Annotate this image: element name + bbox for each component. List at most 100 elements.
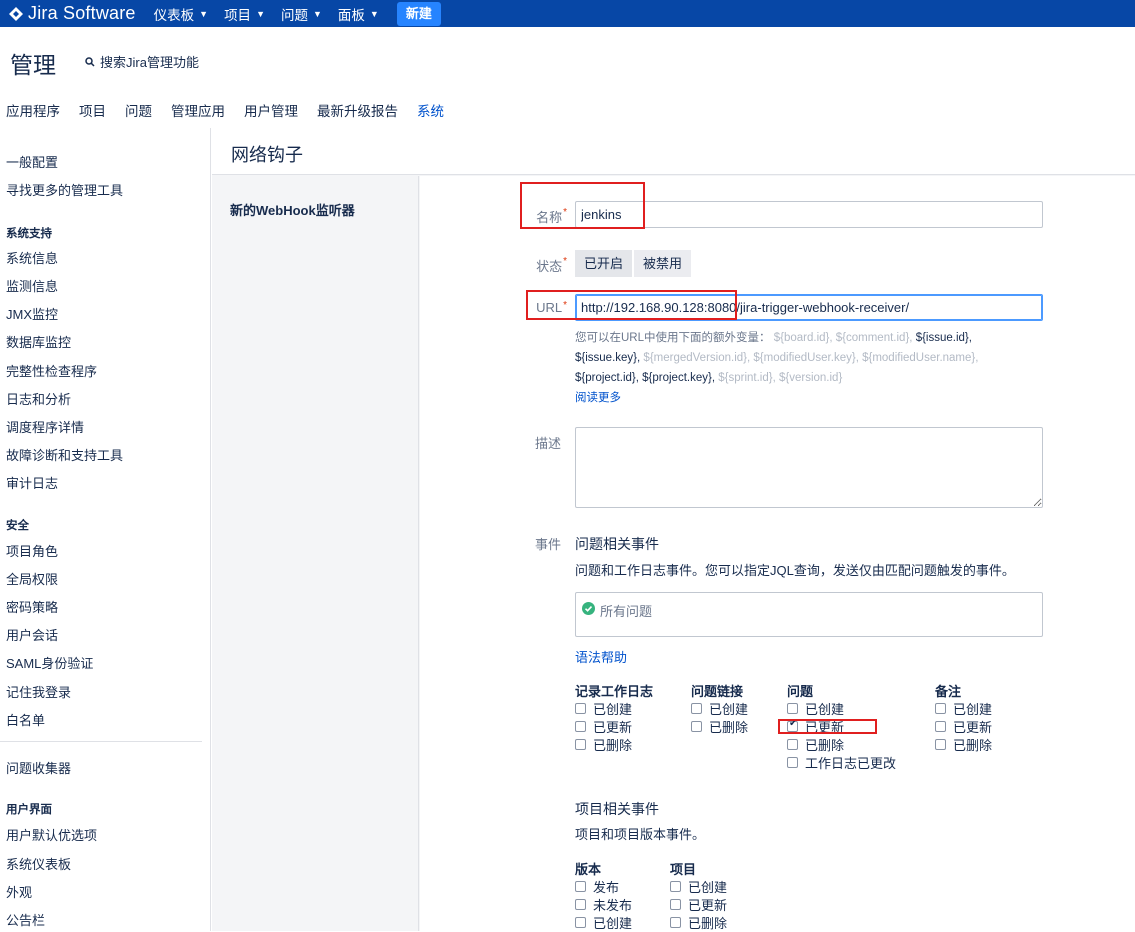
nav-dashboards[interactable]: 仪表板 ▼ [154,4,208,24]
sidebar-item-general-config[interactable]: 一般配置 [6,152,58,171]
sidebar-item-user-defaults[interactable]: 用户默认优选项 [6,825,97,844]
sidebar-item-look-and-feel[interactable]: 外观 [6,882,32,901]
sidebar-item-audit-log[interactable]: 审计日志 [6,473,58,492]
sidebar-item-system-dashboard[interactable]: 系统仪表板 [6,854,71,873]
issue-events-column: 问题 已创建 已更新 已删除 工作日志已更改 [787,681,896,771]
new-webhook-listener-item[interactable]: 新的WebHook监听器 [230,200,355,219]
issue-link-created-option[interactable]: 已创建 [691,699,748,717]
checkbox[interactable] [575,916,586,928]
checkbox[interactable] [575,702,586,714]
syntax-help-link[interactable]: 语法帮助 [575,647,627,666]
admin-search[interactable]: 搜索Jira管理功能 [85,52,199,71]
version-created-option[interactable]: 已创建 [575,913,632,931]
description-label: 描述 [534,436,561,451]
checkbox[interactable] [691,702,702,714]
var-version-id: ${version.id} [778,372,843,384]
create-button[interactable]: 新建 [396,1,441,26]
read-more-link[interactable]: 阅读更多 [575,392,621,404]
issue-link-column-title: 问题链接 [691,684,744,699]
project-updated-option[interactable]: 已更新 [670,895,727,913]
checkbox[interactable] [670,898,681,910]
option-label: 已创建 [953,701,993,717]
checkbox[interactable] [575,898,586,910]
nav-issues-label: 问题 [280,7,308,23]
sidebar-item-password-policy[interactable]: 密码策略 [6,597,58,616]
checkbox[interactable] [575,880,586,892]
sidebar-item-project-roles[interactable]: 项目角色 [6,541,58,560]
option-label: 已更新 [805,719,845,735]
checkbox[interactable] [787,756,798,768]
worklog-created-option[interactable]: 已创建 [575,699,653,717]
sidebar-item-saml[interactable]: SAML身份验证 [6,653,93,672]
name-input[interactable] [575,201,1043,228]
sidebar-item-jmx[interactable]: JMX监控 [6,304,58,323]
help-intro: 您可以在URL中使用下面的额外变量： [575,332,771,344]
sidebar-item-find-tools[interactable]: 寻找更多的管理工具 [6,180,123,199]
issue-link-deleted-option[interactable]: 已删除 [691,717,748,735]
tab-system[interactable]: 系统 [417,100,444,131]
url-input[interactable] [575,294,1043,321]
tab-user-management[interactable]: 用户管理 [244,100,298,131]
checkbox[interactable] [935,738,946,750]
sidebar-item-db-monitoring[interactable]: 数据库监控 [6,332,71,351]
required-marker: * [563,207,567,218]
sidebar-item-global-permissions[interactable]: 全局权限 [6,569,58,588]
issue-worklog-changed-option[interactable]: 工作日志已更改 [787,753,896,771]
status-disabled-button[interactable]: 被禁用 [634,250,692,277]
issue-link-events-column: 问题链接 已创建 已删除 [691,681,748,735]
issue-deleted-option[interactable]: 已删除 [787,735,896,753]
checkbox-checked[interactable] [787,718,798,732]
jql-input[interactable]: 所有问题 [575,592,1043,637]
sidebar-item-whitelist[interactable]: 白名单 [6,710,45,729]
sidebar-item-integrity-checker[interactable]: 完整性检查程序 [6,361,97,380]
tab-upgrade-report[interactable]: 最新升级报告 [317,100,398,131]
checkbox[interactable] [787,702,798,714]
checkbox[interactable] [935,702,946,714]
tab-applications[interactable]: 应用程序 [6,100,60,131]
option-label: 已创建 [688,879,728,895]
sidebar-item-logging[interactable]: 日志和分析 [6,389,71,408]
sidebar-item-troubleshooting[interactable]: 故障诊断和支持工具 [6,445,123,464]
issue-created-option[interactable]: 已创建 [787,699,896,717]
option-label: 已创建 [709,701,749,717]
project-deleted-option[interactable]: 已删除 [670,913,727,931]
checkbox[interactable] [787,738,798,750]
jira-logo[interactable]: Jira Software [8,3,136,24]
sidebar-item-user-sessions[interactable]: 用户会话 [6,625,58,644]
sidebar-item-scheduler[interactable]: 调度程序详情 [6,417,84,436]
description-textarea[interactable] [575,427,1043,508]
option-label: 已创建 [593,701,633,717]
worklog-deleted-option[interactable]: 已删除 [575,735,653,753]
sidebar-item-system-info[interactable]: 系统信息 [6,248,58,267]
status-enabled-button[interactable]: 已开启 [575,250,633,277]
url-label: URL* [536,300,567,315]
project-created-option[interactable]: 已创建 [670,877,727,895]
worklog-updated-option[interactable]: 已更新 [575,717,653,735]
checkbox[interactable] [670,880,681,892]
nav-projects[interactable]: 项目 ▼ [224,4,265,24]
checkbox[interactable] [575,738,586,750]
sidebar-item-announcement-banner[interactable]: 公告栏 [6,910,45,929]
option-label: 已删除 [805,737,845,753]
comment-deleted-option[interactable]: 已删除 [935,735,992,753]
sidebar-item-remember-me[interactable]: 记住我登录 [6,682,71,701]
nav-boards[interactable]: 面板 ▼ [338,4,379,24]
tab-projects[interactable]: 项目 [79,100,106,131]
option-label: 发布 [593,879,620,895]
sidebar-item-monitoring[interactable]: 监测信息 [6,276,58,295]
sidebar-item-issue-collectors[interactable]: 问题收集器 [6,758,71,777]
check-circle-icon [582,602,595,615]
tab-issues[interactable]: 问题 [125,100,152,131]
checkbox[interactable] [935,720,946,732]
issue-updated-option[interactable]: 已更新 [787,717,896,735]
comment-created-option[interactable]: 已创建 [935,699,992,717]
checkbox[interactable] [691,720,702,732]
tab-manage-apps[interactable]: 管理应用 [171,100,225,131]
checkbox[interactable] [670,916,681,928]
comment-updated-option[interactable]: 已更新 [935,717,992,735]
checkbox[interactable] [575,720,586,732]
version-unreleased-option[interactable]: 未发布 [575,895,632,913]
version-released-option[interactable]: 发布 [575,877,632,895]
option-label: 已删除 [688,915,728,931]
nav-issues[interactable]: 问题 ▼ [281,4,322,24]
